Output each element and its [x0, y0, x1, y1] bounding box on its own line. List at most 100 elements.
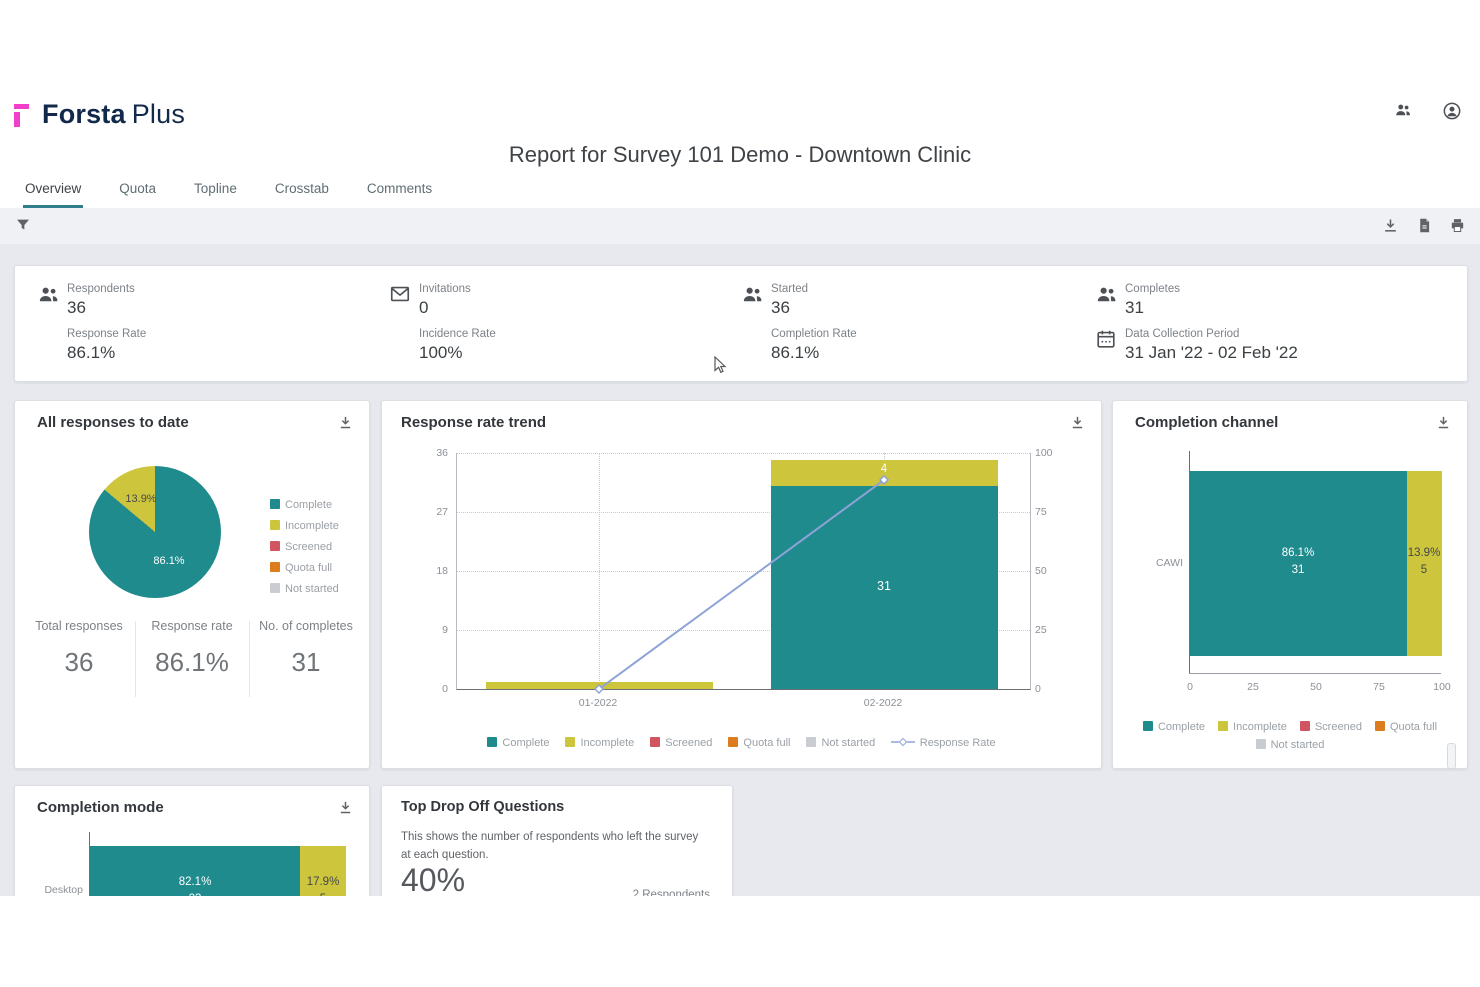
tab-overview[interactable]: Overview: [23, 178, 83, 208]
pie-chart[interactable]: [89, 466, 221, 598]
calendar-icon: [1095, 328, 1125, 363]
x-axis-label: 01-2022: [579, 697, 618, 709]
forsta-report-app: ForstaPlus Report for Survey 101 Demo - …: [0, 0, 1480, 987]
stat-label: Completion Rate: [771, 328, 857, 340]
stat-value: 100%: [419, 343, 496, 363]
trend-legend: Complete Incomplete Screened Quota full …: [382, 733, 1101, 751]
stat-value: 0: [419, 298, 471, 318]
card-title: Top Drop Off Questions: [401, 799, 564, 815]
y-axis-tick: 27: [418, 506, 448, 518]
pie-legend: Complete Incomplete Screened Quota full …: [270, 495, 339, 597]
legend-item-complete[interactable]: Complete: [270, 495, 339, 513]
pie-slice-label-incomplete: 13.9%: [125, 493, 156, 505]
mode-bar-labels-complete: 82.1%23: [179, 874, 212, 896]
card-title: Completion mode: [37, 799, 164, 816]
mode-bar-labels-incomplete: 17.9%5: [307, 874, 340, 896]
y-axis-tick-right: 100: [1035, 447, 1065, 459]
legend-item-screened[interactable]: Screened: [650, 733, 712, 751]
download-chart-icon[interactable]: [1070, 415, 1085, 435]
report-tabs: Overview Quota Topline Crosstab Comments: [23, 178, 434, 208]
legend-swatch: [728, 737, 738, 747]
legend-item-complete[interactable]: Complete: [1143, 717, 1205, 735]
users-icon[interactable]: [1394, 101, 1412, 121]
legend-item-incomplete[interactable]: Incomplete: [1218, 717, 1287, 735]
legend-item-not-started[interactable]: Not started: [1256, 735, 1325, 753]
stat-label: Completes: [1125, 283, 1180, 295]
pdf-export-icon[interactable]: [1416, 217, 1433, 234]
legend-swatch: [1300, 721, 1310, 731]
completion-channel-card: Completion channel 86.1%31 13.9%5 CAWI 0…: [1112, 400, 1468, 769]
channel-bar-cawi[interactable]: [1190, 471, 1442, 656]
download-chart-icon[interactable]: [338, 800, 353, 820]
y-axis-tick-right: 25: [1035, 624, 1065, 636]
download-chart-icon[interactable]: [338, 415, 353, 435]
card-title: Response rate trend: [401, 414, 546, 431]
tab-crosstab[interactable]: Crosstab: [273, 178, 331, 208]
x-axis-tick: 0: [1187, 681, 1193, 693]
x-axis-label: 02-2022: [864, 697, 903, 709]
line-marker-icon: [891, 737, 915, 747]
card-title: All responses to date: [37, 414, 189, 431]
filter-funnel-icon[interactable]: [15, 217, 31, 233]
y-axis-tick-right: 75: [1035, 506, 1065, 518]
brand-name: Forsta: [42, 99, 126, 129]
legend-item-incomplete[interactable]: Incomplete: [270, 516, 339, 534]
legend-item-screened[interactable]: Screened: [270, 537, 339, 555]
channel-bar-labels-incomplete: 13.9%5: [1408, 545, 1441, 579]
tab-comments[interactable]: Comments: [365, 178, 434, 208]
forsta-logo: ForstaPlus: [14, 99, 185, 130]
legend-item-quota-full[interactable]: Quota full: [1375, 717, 1437, 735]
stat-completes: Completes 31 Data Collection Period 31 J…: [1095, 266, 1445, 381]
legend-swatch: [1218, 721, 1228, 731]
y-axis-tick: 36: [418, 447, 448, 459]
legend-item-quota-full[interactable]: Quota full: [728, 733, 790, 751]
page-title: Report for Survey 101 Demo - Downtown Cl…: [0, 142, 1480, 168]
scrollbar-thumb[interactable]: [1447, 743, 1456, 769]
total-responses-stat: Total responses36: [23, 619, 135, 678]
printer-icon[interactable]: [1449, 217, 1466, 234]
legend-item-not-started[interactable]: Not started: [806, 733, 875, 751]
channel-legend-row2: Not started: [1113, 735, 1467, 753]
completes-stat: No. of completes31: [250, 619, 362, 678]
legend-item-quota-full[interactable]: Quota full: [270, 558, 339, 576]
x-axis-tick: 100: [1433, 681, 1451, 693]
report-content: Respondents 36 Response Rate 86.1% Invit…: [0, 244, 1480, 896]
stat-label: Respondents: [67, 283, 135, 295]
card-title: Completion channel: [1135, 414, 1278, 431]
legend-swatch: [1375, 721, 1385, 731]
stat-value: 86.1%: [67, 343, 146, 363]
stat-started: Started 36 Completion Rate 86.1%: [741, 266, 1091, 381]
legend-swatch: [1143, 721, 1153, 731]
legend-item-response-rate[interactable]: Response Rate: [891, 733, 995, 751]
legend-item-not-started[interactable]: Not started: [270, 579, 339, 597]
stat-label: Incidence Rate: [419, 328, 496, 340]
trend-line-svg: [457, 453, 1030, 689]
tab-topline[interactable]: Topline: [192, 178, 239, 208]
mouse-cursor: [714, 356, 727, 379]
stat-value: 36: [67, 298, 135, 318]
legend-item-screened[interactable]: Screened: [1300, 717, 1362, 735]
x-axis-tick: 50: [1310, 681, 1322, 693]
account-icon[interactable]: [1442, 101, 1462, 121]
legend-item-complete[interactable]: Complete: [487, 733, 549, 751]
category-label: Desktop: [33, 884, 83, 896]
forsta-logo-icon: [14, 102, 36, 128]
legend-swatch: [270, 499, 280, 509]
download-chart-icon[interactable]: [1436, 415, 1451, 435]
stat-label: Started: [771, 283, 808, 295]
trend-plot-area: 4 31: [456, 453, 1031, 690]
y-axis-tick: 0: [418, 683, 448, 695]
x-axis-tick: 25: [1247, 681, 1259, 693]
tab-quota[interactable]: Quota: [117, 178, 158, 208]
legend-item-incomplete[interactable]: Incomplete: [565, 733, 634, 751]
download-icon[interactable]: [1382, 217, 1399, 234]
top-dropoff-card: Top Drop Off Questions This shows the nu…: [381, 785, 733, 896]
legend-swatch: [270, 583, 280, 593]
stat-label: Invitations: [419, 283, 471, 295]
completion-mode-card: Completion mode 82.1%23 17.9%5 Desktop: [14, 785, 370, 896]
stat-label: Response Rate: [67, 328, 146, 340]
dropoff-description: This shows the number of respondents who…: [401, 829, 706, 865]
dropoff-percentage: 40%: [401, 862, 465, 896]
legend-swatch: [270, 541, 280, 551]
stat-invitations: Invitations 0 Incidence Rate 100%: [389, 266, 739, 381]
